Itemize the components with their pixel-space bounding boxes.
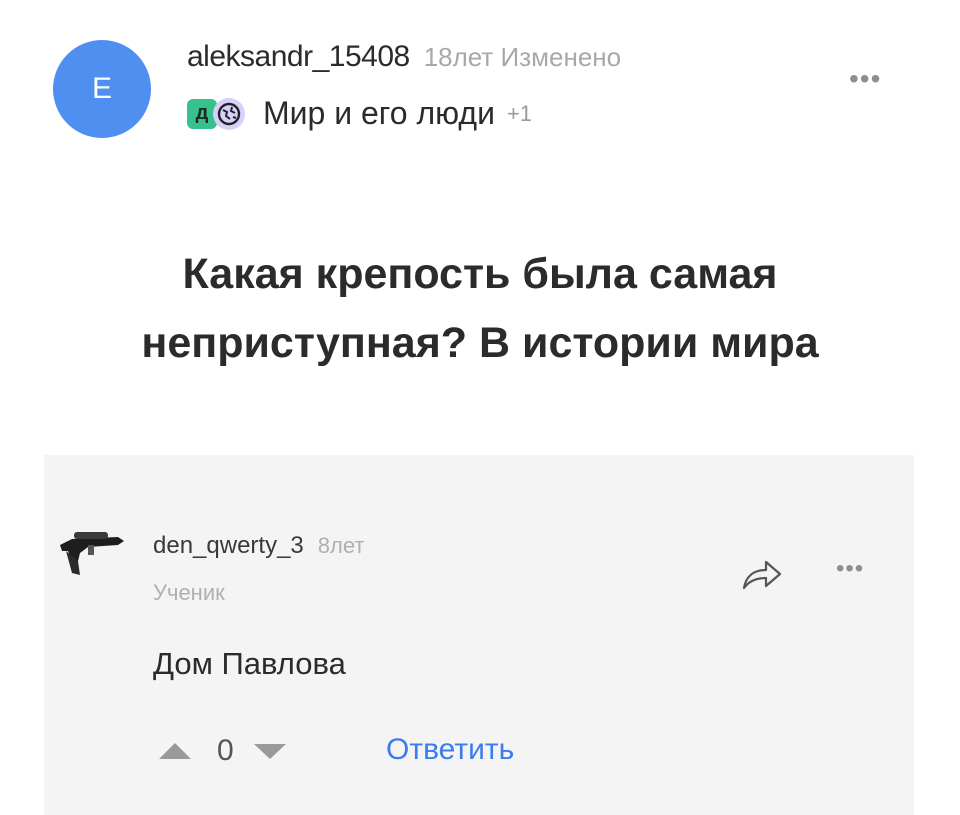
- category-row[interactable]: д Мир и его люди +1: [187, 95, 532, 132]
- question-post: E aleksandr_15408 18лет Изменено д Мир и…: [0, 0, 960, 455]
- avatar-letter: E: [91, 72, 112, 105]
- post-header: aleksandr_15408 18лет Изменено: [187, 40, 621, 74]
- answer-text: Дом Павлова: [153, 646, 346, 681]
- post-time: 18лет: [423, 42, 494, 72]
- edited-label: Изменено: [500, 42, 622, 72]
- category-extra-count: +1: [506, 100, 533, 126]
- vote-count: 0: [217, 734, 234, 767]
- vote-controls: 0: [157, 734, 288, 768]
- answer-more-button[interactable]: •••: [836, 555, 864, 583]
- answer-header: den_qwerty_3 8лет: [153, 532, 364, 560]
- triangle-down-icon[interactable]: [252, 741, 288, 761]
- post-meta: 18лет Изменено: [424, 42, 621, 73]
- answer-author-name[interactable]: den_qwerty_3: [153, 532, 304, 560]
- post-more-button[interactable]: •••: [849, 63, 881, 95]
- triangle-up-icon[interactable]: [157, 741, 193, 761]
- question-title: Какая крепость была самая неприступная? …: [141, 250, 819, 367]
- rifle-icon[interactable]: [58, 531, 128, 586]
- reply-link[interactable]: Ответить: [386, 733, 514, 767]
- answer-author-rank: Ученик: [153, 580, 225, 605]
- answer-time: 8лет: [317, 533, 365, 558]
- author-avatar[interactable]: E: [53, 40, 151, 138]
- category-name: Мир и его люди: [263, 95, 495, 131]
- share-arrow-icon[interactable]: [740, 554, 784, 592]
- author-name[interactable]: aleksandr_15408: [187, 40, 410, 74]
- planet-icon: [213, 97, 245, 130]
